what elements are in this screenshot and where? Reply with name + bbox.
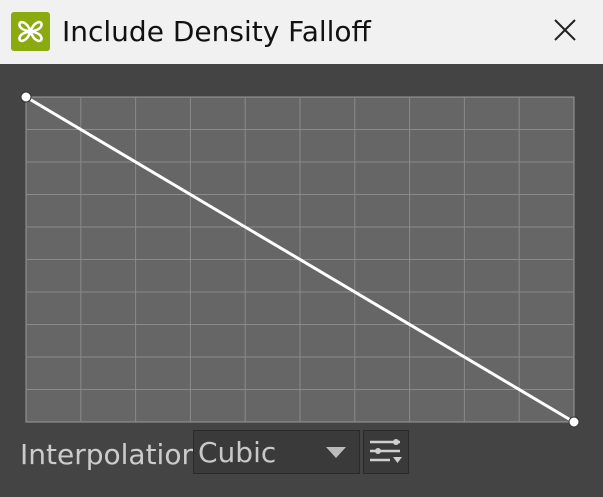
curve-area: Interpolation Cubic: [0, 64, 603, 497]
sliders-settings-icon: [370, 439, 402, 463]
curve-control-point[interactable]: [20, 91, 32, 103]
butterfly-logo-icon: [11, 12, 50, 51]
interpolation-dropdown[interactable]: Cubic: [193, 430, 360, 474]
chevron-down-icon: [326, 447, 346, 458]
interpolation-settings-button[interactable]: [363, 430, 409, 474]
dialog-window: Include Density Falloff Interpolation Cu…: [0, 0, 603, 497]
curve-control-point[interactable]: [568, 416, 580, 428]
title-bar: Include Density Falloff: [0, 0, 603, 64]
window-title: Include Density Falloff: [62, 15, 371, 48]
interpolation-label: Interpolation: [20, 438, 200, 471]
close-button[interactable]: [541, 8, 589, 52]
interpolation-value: Cubic: [198, 436, 277, 469]
curve-editor[interactable]: [19, 87, 581, 434]
close-icon: [554, 19, 576, 41]
